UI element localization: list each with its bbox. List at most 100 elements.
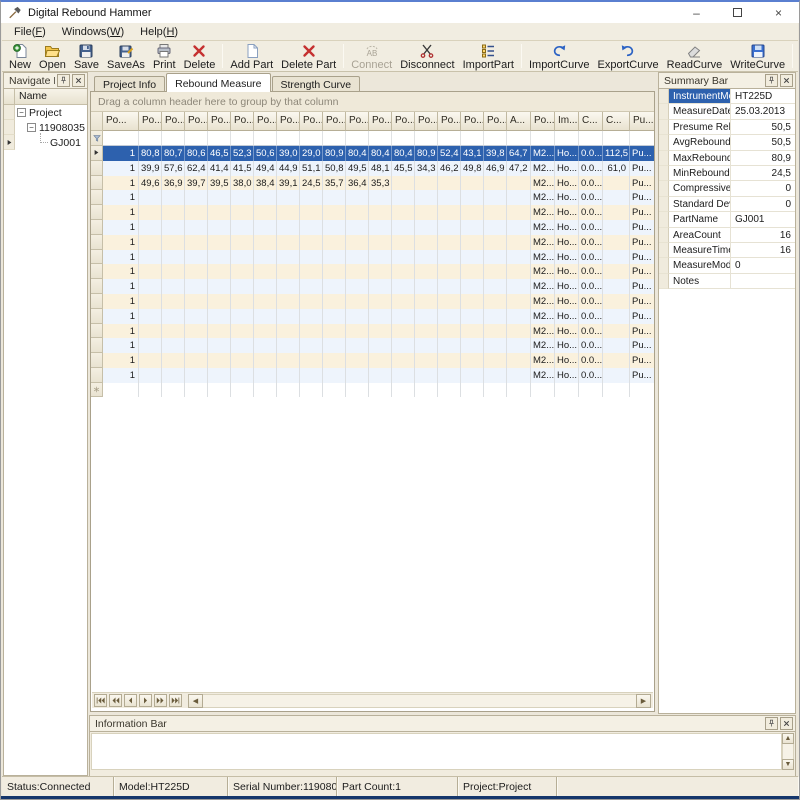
grid-row[interactable]: 1M2...Ho...0.0...Pu... [91, 264, 654, 279]
grid-cell[interactable] [415, 220, 438, 235]
grid-cell[interactable] [277, 235, 300, 250]
filter-cell[interactable] [531, 131, 555, 146]
horizontal-scroll-track[interactable] [203, 694, 636, 708]
grid-cell[interactable]: 39,5 [208, 176, 231, 191]
grid-cell[interactable] [438, 309, 461, 324]
grid-cell[interactable]: Ho... [555, 309, 579, 324]
grid-cell[interactable] [484, 235, 507, 250]
grid-cell[interactable]: Ho... [555, 368, 579, 383]
grid-cell[interactable]: 49,6 [139, 176, 162, 191]
grid-cell[interactable] [231, 294, 254, 309]
toolbar-button-save[interactable]: Save [70, 41, 103, 71]
summary-row-instrumentmodel[interactable]: InstrumentModelHT225D [659, 89, 795, 104]
grid-cell[interactable]: 47,2 [507, 161, 531, 176]
tree-expand-icon[interactable]: − [27, 123, 36, 132]
grid-cell[interactable] [185, 294, 208, 309]
grid-cell[interactable] [484, 383, 507, 397]
grid-cell[interactable] [461, 383, 484, 397]
column-header[interactable]: Po... [323, 112, 346, 131]
grid-cell[interactable]: 49,5 [346, 161, 369, 176]
grid-cell[interactable]: 1 [103, 309, 139, 324]
grid-cell[interactable] [231, 368, 254, 383]
grid-cell[interactable] [392, 383, 415, 397]
grid-cell[interactable] [415, 279, 438, 294]
grid-cell[interactable]: Pu... [630, 235, 655, 250]
grid-cell[interactable] [603, 279, 630, 294]
filter-cell[interactable] [555, 131, 579, 146]
grid-cell[interactable] [346, 235, 369, 250]
grid-cell[interactable] [185, 205, 208, 220]
grid-cell[interactable] [277, 338, 300, 353]
column-header[interactable]: C... [603, 112, 630, 131]
grid-cell[interactable] [461, 205, 484, 220]
grid-cell[interactable] [346, 220, 369, 235]
grid-cell[interactable] [162, 220, 185, 235]
filter-cell[interactable] [208, 131, 231, 146]
grid-cell[interactable] [139, 338, 162, 353]
close-icon[interactable] [780, 717, 793, 730]
filter-cell[interactable] [438, 131, 461, 146]
grid-cell[interactable] [415, 205, 438, 220]
grid-cell[interactable] [507, 250, 531, 265]
summary-field-value[interactable]: 16 [731, 228, 795, 243]
grid-cell[interactable] [323, 368, 346, 383]
grid-cell[interactable] [323, 205, 346, 220]
grid-cell[interactable] [300, 324, 323, 339]
filter-cell[interactable] [579, 131, 603, 146]
tree-node-gj001[interactable]: GJ001 [4, 135, 87, 150]
grid-cell[interactable]: Ho... [555, 161, 579, 176]
grid-cell[interactable]: Pu... [630, 338, 655, 353]
column-header[interactable]: Po... [254, 112, 277, 131]
nav-first-button[interactable] [94, 694, 107, 707]
grid-cell[interactable] [369, 353, 392, 368]
toolbar-button-importcurve[interactable]: ImportCurve [525, 41, 594, 71]
grid-cell[interactable] [208, 353, 231, 368]
grid-cell[interactable] [208, 294, 231, 309]
grid-cell[interactable] [438, 294, 461, 309]
maximize-button[interactable] [717, 2, 758, 23]
grid-cell[interactable] [461, 190, 484, 205]
grid-cell[interactable] [254, 250, 277, 265]
column-header[interactable]: C... [579, 112, 603, 131]
grid-cell[interactable]: M2... [531, 309, 555, 324]
grid-cell[interactable]: Pu... [630, 294, 655, 309]
grid-cell[interactable] [369, 338, 392, 353]
column-header[interactable]: Po... [461, 112, 484, 131]
pin-icon[interactable] [57, 74, 70, 87]
filter-cell[interactable] [231, 131, 254, 146]
grid-cell[interactable]: 0.0... [579, 264, 603, 279]
grid-cell[interactable] [231, 353, 254, 368]
grid-cell[interactable] [185, 250, 208, 265]
grid-cell[interactable] [300, 338, 323, 353]
grid-cell[interactable] [438, 190, 461, 205]
scroll-down-icon[interactable]: ▼ [782, 759, 794, 770]
grid-cell[interactable] [438, 264, 461, 279]
grid-cell[interactable] [300, 383, 323, 397]
grid-cell[interactable] [208, 235, 231, 250]
grid-cell[interactable] [484, 294, 507, 309]
grid-cell[interactable] [484, 353, 507, 368]
filter-cell[interactable] [603, 131, 630, 146]
toolbar-button-saveas[interactable]: SaveAs [103, 41, 149, 71]
grid-cell[interactable] [346, 353, 369, 368]
grid-cell[interactable] [254, 353, 277, 368]
grid-cell[interactable]: 39,9 [139, 161, 162, 176]
grid-cell[interactable] [438, 338, 461, 353]
column-header[interactable]: Po... [369, 112, 392, 131]
column-header[interactable]: Po... [231, 112, 254, 131]
grid-cell[interactable]: 50,6 [254, 146, 277, 161]
summary-field-value[interactable]: 0 [731, 181, 795, 196]
grid-cell[interactable] [208, 383, 231, 397]
nav-prev-button[interactable] [124, 694, 137, 707]
column-header[interactable]: Po... [346, 112, 369, 131]
grid-cell[interactable] [346, 250, 369, 265]
grid-cell[interactable] [346, 383, 369, 397]
grid-cell[interactable] [603, 338, 630, 353]
filter-cell[interactable] [415, 131, 438, 146]
grid-cell[interactable]: 80,4 [346, 146, 369, 161]
grid-cell[interactable]: Ho... [555, 279, 579, 294]
filter-cell[interactable] [346, 131, 369, 146]
grid-cell[interactable] [369, 309, 392, 324]
grid-cell[interactable]: 1 [103, 190, 139, 205]
grid-cell[interactable] [346, 190, 369, 205]
